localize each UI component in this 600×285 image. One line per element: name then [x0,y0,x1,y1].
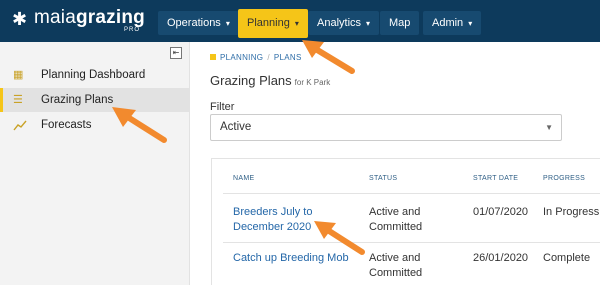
nav-planning-label: Planning [247,17,290,29]
nav-map[interactable]: Map [380,11,420,35]
filter-selected-value: Active [220,121,252,133]
nav-admin-label: Admin [432,17,464,29]
chart-line-icon [13,119,27,131]
top-navbar: ✱ maiagrazing PRO Operations ▾ Planning ▾ … [0,0,600,42]
logo-text-bold: grazing [75,7,145,28]
main-content: PLANNING / PLANS Grazing Plans for K Park F… [191,42,600,285]
plan-status: Active and Committed [369,205,422,235]
nav-analytics-label: Analytics [317,17,362,29]
column-header-name[interactable]: NAME [233,175,254,182]
nav-map-label: Map [389,17,411,29]
plan-start-date: 26/01/2020 [473,252,529,264]
plan-start-date: 01/07/2020 [473,206,529,218]
plan-status-line: Committed [369,267,423,279]
grazing-plans-icon: ☰ [13,94,23,106]
page-title: Grazing Plans for K Park [210,73,330,88]
sidebar-item-label: Grazing Plans [41,94,114,106]
collapse-sidebar-icon[interactable]: ⇤ [170,47,182,59]
logo-star-icon: ✱ [12,9,28,29]
breadcrumb-separator: / [267,53,270,62]
nav-operations[interactable]: Operations ▾ [158,11,239,35]
page-subtitle: for K Park [294,78,331,87]
filter-select[interactable]: Active ▼ [210,114,562,141]
plan-status-line: Active and [369,252,421,264]
plan-name-line: Breeders July to [233,206,313,218]
page-title-text: Grazing Plans [210,73,292,88]
logo-text-light: maia [34,7,76,28]
breadcrumb-planning[interactable]: PLANNING [220,53,263,62]
sidebar-item-planning-dashboard[interactable]: ▦ Planning Dashboard [0,63,190,87]
nav-admin[interactable]: Admin ▾ [423,11,482,35]
header-divider [223,193,600,194]
plans-table: NAME STATUS START DATE PROGRESS Breeders… [211,158,600,285]
chevron-down-icon: ▾ [294,19,299,28]
row-divider [223,242,600,243]
plan-name-link[interactable]: Catch up Breeding Mob [233,251,349,266]
nav-operations-label: Operations [167,17,221,29]
sidebar-item-label: Planning Dashboard [41,69,146,81]
plan-name-link[interactable]: Breeders July to December 2020 [233,205,312,235]
plan-progress: Complete [543,252,591,264]
column-header-start-date[interactable]: START DATE [473,175,518,182]
filter-label: Filter [210,101,235,113]
nav-planning[interactable]: Planning ▾ [238,9,308,38]
dashboard-icon: ▦ [13,69,24,81]
nav-analytics[interactable]: Analytics ▾ [308,11,380,35]
plan-name-line: December 2020 [233,221,312,233]
sidebar-item-forecasts[interactable]: Forecasts [0,113,190,137]
column-header-status[interactable]: STATUS [369,175,397,182]
caret-down-icon: ▼ [545,123,553,132]
plan-progress: In Progress [543,206,600,218]
column-header-progress[interactable]: PROGRESS [543,175,585,182]
plan-status-line: Committed [369,221,423,233]
breadcrumb: PLANNING / PLANS [210,53,302,62]
logo-pro-label: PRO [124,27,141,33]
plan-status: Active and Committed [369,251,422,281]
breadcrumb-plans[interactable]: PLANS [274,53,302,62]
sidebar: ⇤ ▦ Planning Dashboard ☰ Grazing Plans F… [0,42,190,285]
plan-status-line: Active and [369,206,421,218]
sidebar-item-label: Forecasts [41,119,92,131]
chevron-down-icon: ▾ [225,19,230,28]
chevron-down-icon: ▾ [468,19,473,28]
sidebar-item-grazing-plans[interactable]: ☰ Grazing Plans [0,88,190,112]
breadcrumb-marker-icon [210,54,216,60]
maiagrazing-logo[interactable]: ✱ maiagrazing PRO [12,6,152,36]
chevron-down-icon: ▾ [366,19,371,28]
